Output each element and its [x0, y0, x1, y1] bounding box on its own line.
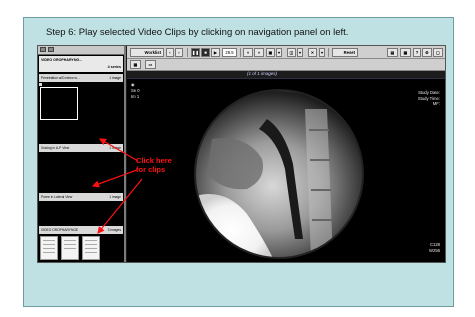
arrow-to-clip-1: [98, 138, 139, 162]
click-annotation: Click here for clips: [136, 156, 172, 174]
pacs-viewer-window: VIDEO OROPHARYNG... 4 series Penetration…: [37, 45, 446, 263]
arrow-to-clip-2: [91, 169, 138, 188]
arrow-to-clip-3: [97, 178, 143, 234]
annotation-arrows: [91, 138, 143, 234]
click-annotation-line2: for clips: [136, 164, 166, 174]
slide: Step 6: Play selected Video Clips by cli…: [23, 17, 454, 307]
step-caption: Step 6: Play selected Video Clips by cli…: [46, 27, 349, 38]
